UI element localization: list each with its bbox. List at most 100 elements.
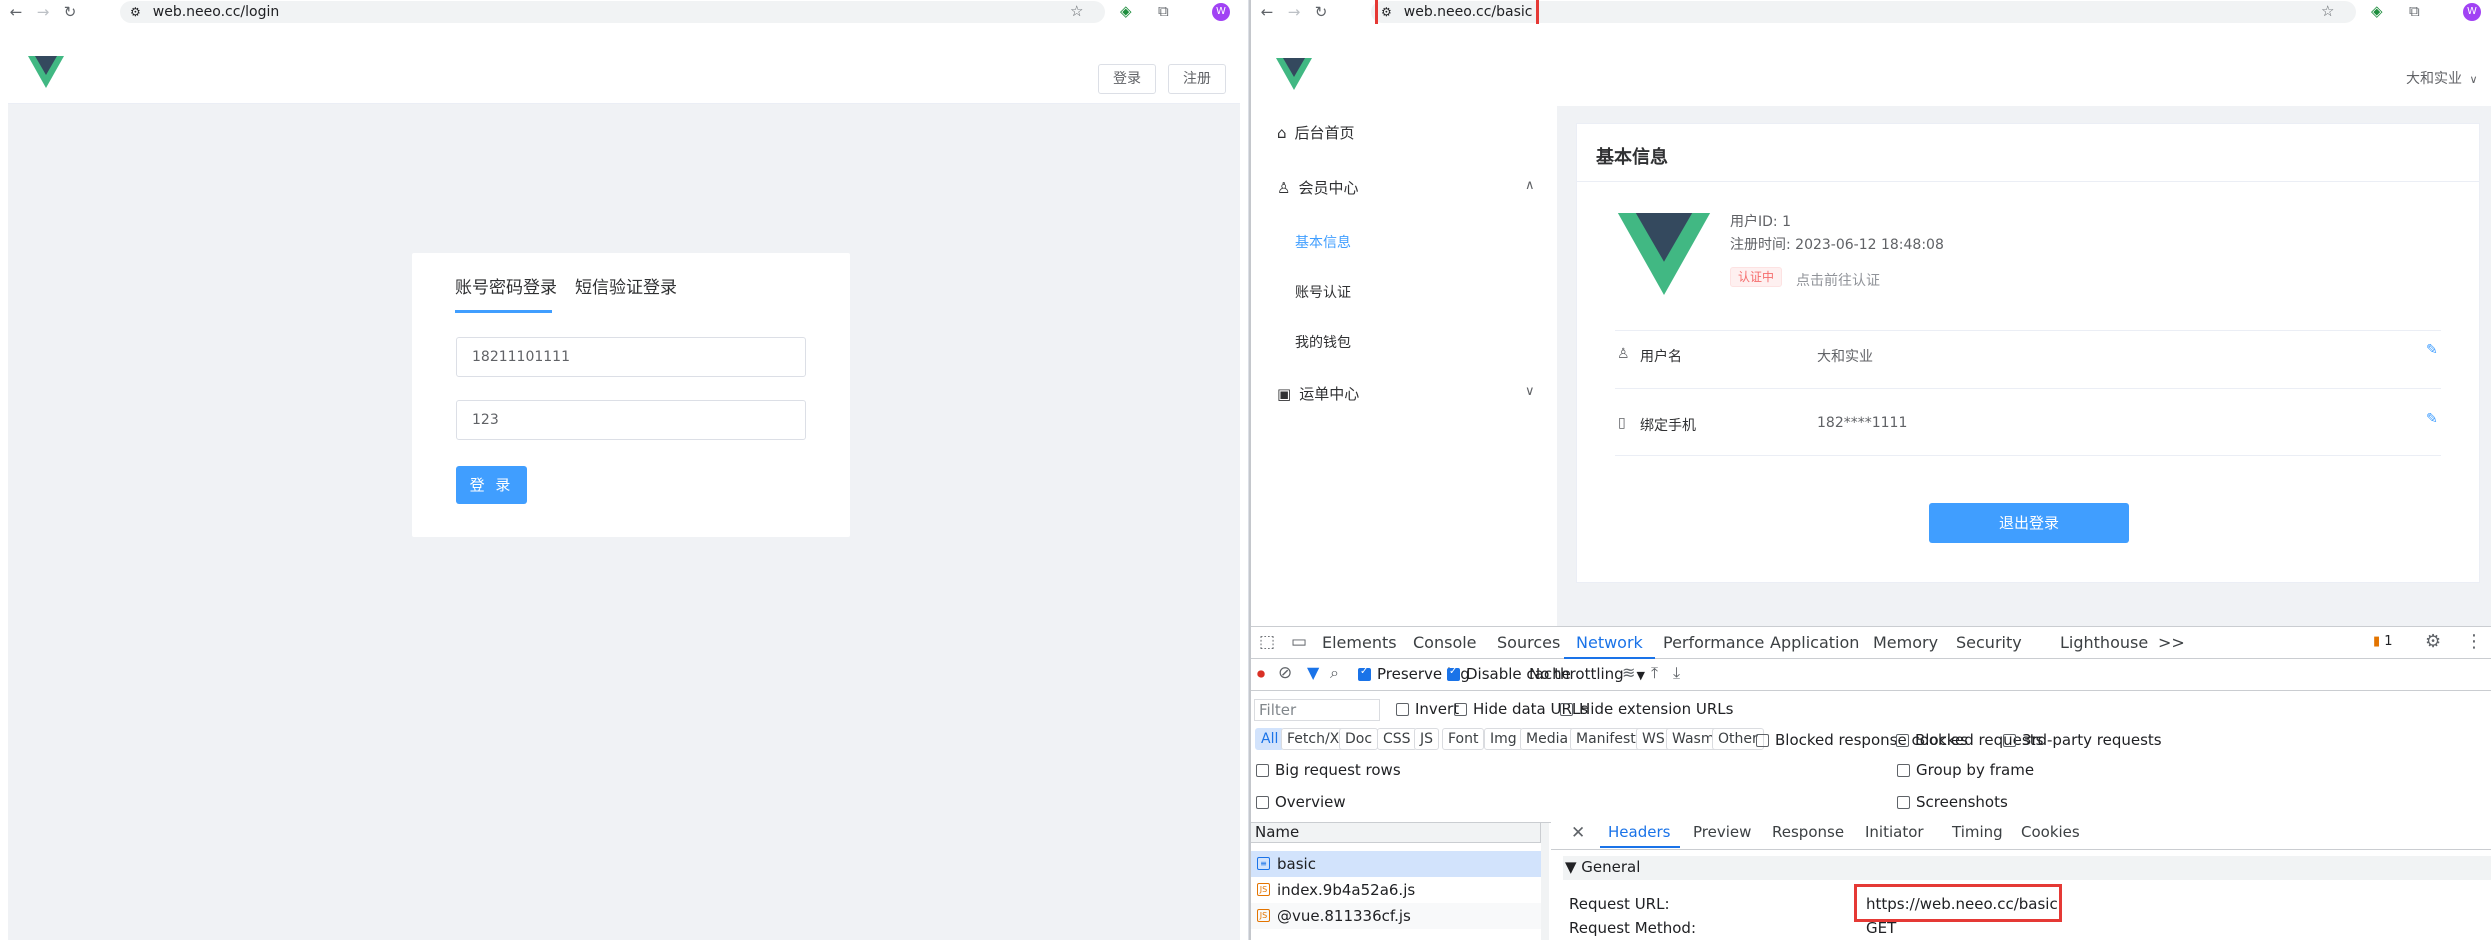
type-filter-font[interactable]: Font — [1442, 728, 1485, 750]
bookmark-star-icon[interactable]: ☆ — [2321, 2, 2334, 20]
checkbox-icon — [1256, 764, 1269, 777]
request-row-basic[interactable]: ≡ basic — [1251, 851, 1541, 877]
type-filter-doc[interactable]: Doc — [1339, 728, 1379, 750]
left-page-header: 登录 注册 — [8, 24, 1240, 104]
clear-icon[interactable]: ⊘ — [1278, 663, 1292, 683]
record-stop-icon[interactable]: ⏺ — [1257, 664, 1265, 684]
bookmark-star-icon[interactable]: ☆ — [1070, 2, 1083, 20]
logout-button[interactable]: 退出登录 — [1929, 503, 2129, 543]
sidebar-item-basic-info[interactable]: 基本信息 — [1295, 232, 1351, 252]
extension-icon[interactable]: ◈ — [1120, 2, 1132, 20]
left-address-bar[interactable]: ⚙ web.neeo.cc/login — [120, 1, 1105, 23]
extension-icon[interactable]: ◈ — [2371, 2, 2383, 20]
group-by-frame-checkbox[interactable]: Group by frame — [1897, 761, 2034, 779]
type-filter-img[interactable]: Img — [1484, 728, 1523, 750]
settings-gear-icon[interactable]: ⚙ — [2425, 631, 2441, 652]
third-party-requests-checkbox[interactable]: 3rd-party requests — [2003, 731, 2162, 749]
detail-tab-cookies[interactable]: Cookies — [2021, 823, 2080, 841]
submit-login-button[interactable]: 登 录 — [456, 466, 527, 504]
register-button[interactable]: 注册 — [1168, 64, 1226, 94]
request-row-index-js[interactable]: JS index.9b4a52a6.js — [1251, 877, 1541, 903]
device-toolbar-icon[interactable]: ▭ — [1291, 632, 1307, 652]
chevron-up-icon: ∧ — [1525, 178, 1535, 193]
profile-avatar[interactable]: W — [2463, 3, 2481, 21]
tab-sources[interactable]: Sources — [1485, 627, 1572, 659]
issues-counter[interactable]: ▮ 1 — [2373, 634, 2393, 649]
checkbox-icon — [1897, 764, 1910, 777]
type-filter-js[interactable]: JS — [1414, 728, 1440, 750]
kebab-menu-icon[interactable]: ⋮ — [2465, 631, 2483, 652]
back-icon[interactable]: ← — [1256, 3, 1278, 21]
tab-lighthouse[interactable]: Lighthouse — [2048, 627, 2160, 659]
user-dropdown[interactable]: 大和实业 ∨ — [2406, 68, 2478, 88]
type-filter-all[interactable]: All — [1255, 728, 1285, 750]
forward-icon[interactable]: → — [1283, 3, 1305, 21]
detail-tab-headers[interactable]: Headers — [1608, 823, 1670, 841]
reload-icon[interactable]: ↻ — [59, 3, 81, 21]
tab-password-login[interactable]: 账号密码登录 — [455, 273, 557, 298]
tab-security[interactable]: Security — [1944, 627, 2034, 659]
filter-funnel-icon[interactable]: ▼ — [1307, 663, 1319, 682]
name-column-header[interactable]: Name — [1251, 823, 1541, 843]
sidebar-item-wallet[interactable]: 我的钱包 — [1295, 332, 1351, 352]
reload-icon[interactable]: ↻ — [1310, 3, 1332, 21]
tab-sms-login[interactable]: 短信验证登录 — [575, 273, 677, 298]
detail-tab-timing[interactable]: Timing — [1952, 823, 2003, 841]
request-list-scrollbar[interactable] — [1541, 823, 1549, 940]
group-by-frame-label: Group by frame — [1916, 761, 2035, 779]
tab-application[interactable]: Application — [1758, 627, 1871, 659]
big-request-rows-checkbox[interactable]: Big request rows — [1256, 761, 1401, 779]
extensions-puzzle-icon[interactable]: ⧉ — [2409, 2, 2420, 20]
extensions-puzzle-icon[interactable]: ⧉ — [1158, 2, 1169, 20]
edit-icon[interactable]: ✎ — [2426, 411, 2438, 427]
register-time-text: 注册时间: 2023-06-12 18:48:08 — [1730, 237, 1944, 253]
issues-count: 1 — [2384, 634, 2393, 649]
inspect-element-icon[interactable]: ⬚ — [1259, 632, 1275, 652]
invert-checkbox[interactable]: Invert — [1396, 700, 1459, 718]
import-har-icon[interactable]: ⤒ — [1651, 663, 1658, 683]
row-divider — [1615, 330, 2441, 331]
search-icon[interactable]: ⌕ — [1330, 663, 1339, 683]
forward-icon[interactable]: → — [32, 3, 54, 21]
vue-logo-icon — [28, 56, 64, 88]
type-filter-css[interactable]: CSS — [1377, 728, 1417, 750]
detail-tab-preview[interactable]: Preview — [1693, 823, 1751, 841]
right-page-header: 大和实业 ∨ — [1251, 24, 2491, 106]
request-url-highlight-box — [1854, 884, 2062, 922]
back-icon[interactable]: ← — [5, 3, 27, 21]
sidebar-item-home[interactable]: ⌂ 后台首页 — [1277, 122, 1355, 143]
package-icon: ▣ — [1277, 384, 1292, 403]
sidebar-item-account-auth[interactable]: 账号认证 — [1295, 282, 1351, 302]
hide-extension-urls-checkbox[interactable]: Hide extension URLs — [1560, 700, 1733, 718]
issues-flag-icon: ▮ — [2373, 634, 2381, 649]
overview-checkbox[interactable]: Overview — [1256, 793, 1346, 811]
site-info-icon[interactable]: ⚙ — [130, 5, 141, 19]
detail-tab-response[interactable]: Response — [1772, 823, 1844, 841]
close-icon[interactable]: ✕ — [1571, 823, 1585, 843]
filter-input[interactable]: Filter — [1254, 699, 1380, 721]
phone-input[interactable]: 18211101111 — [456, 337, 806, 377]
detail-tab-initiator[interactable]: Initiator — [1865, 823, 1924, 841]
auth-link[interactable]: 点击前往认证 — [1796, 270, 1880, 290]
type-filter-manifest[interactable]: Manifest — [1570, 728, 1642, 750]
profile-avatar[interactable]: W — [1212, 3, 1230, 21]
tab-elements[interactable]: Elements — [1310, 627, 1409, 659]
tab-console[interactable]: Console — [1401, 627, 1489, 659]
left-browser-window: ← → ↻ ⚙ web.neeo.cc/login ☆ ◈ ⧉ W 登录 注册 … — [0, 0, 1249, 940]
general-section-header[interactable]: ▼ General — [1563, 856, 2491, 880]
edit-icon[interactable]: ✎ — [2426, 342, 2438, 358]
tab-memory[interactable]: Memory — [1861, 627, 1950, 659]
request-row-vue-js[interactable]: JS @vue.811336cf.js — [1251, 903, 1541, 929]
network-conditions-icon[interactable]: ≋ — [1622, 663, 1635, 682]
screenshots-checkbox[interactable]: Screenshots — [1897, 793, 2008, 811]
user-id-text: 用户ID: 1 — [1730, 214, 1791, 230]
tab-network[interactable]: Network — [1564, 627, 1655, 659]
type-filter-media[interactable]: Media — [1520, 728, 1575, 750]
sidebar-item-member-center[interactable]: ♙ 会员中心 — [1277, 177, 1358, 198]
export-har-icon[interactable]: ⤓ — [1673, 663, 1680, 683]
password-input[interactable]: 123 — [456, 400, 806, 440]
tab-active-indicator — [455, 310, 552, 313]
login-button[interactable]: 登录 — [1098, 64, 1156, 94]
more-tabs-button[interactable]: >> — [2146, 627, 2197, 659]
sidebar-item-order-center[interactable]: ▣ 运单中心 — [1277, 383, 1359, 404]
